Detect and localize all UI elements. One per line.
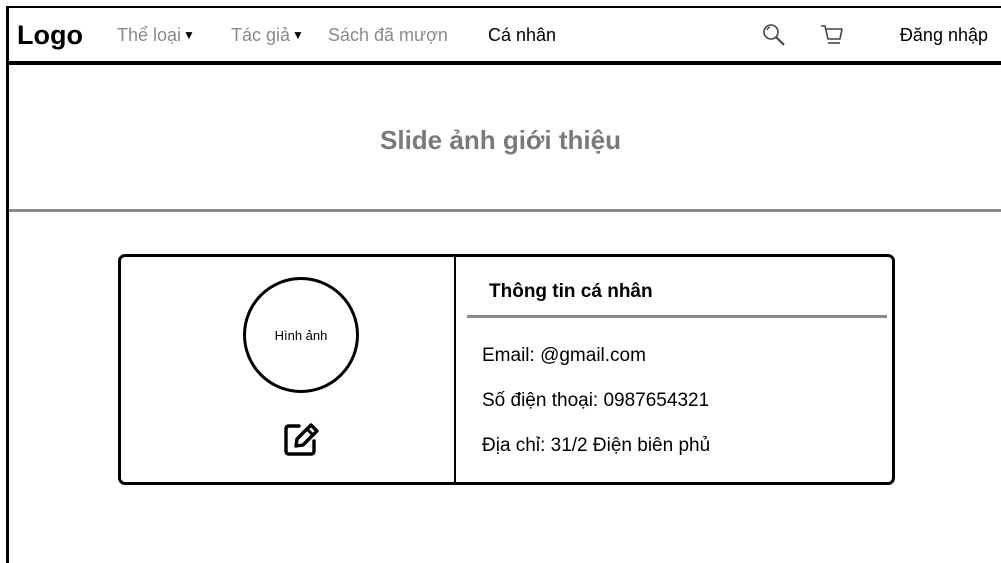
- address-value: Địa chỉ: 31/2 Điện biên phủ: [482, 435, 711, 456]
- logo[interactable]: Logo: [17, 19, 83, 51]
- email-value: Email: @gmail.com: [482, 345, 646, 366]
- phone-value: Số điện thoại: 0987654321: [482, 390, 710, 411]
- caret-down-icon: ▼: [292, 28, 304, 42]
- section-divider: [467, 315, 887, 318]
- nav-item-sach-da-muon[interactable]: Sách đã mượn: [328, 24, 448, 46]
- avatar[interactable]: Hình ảnh: [243, 277, 359, 393]
- edit-icon[interactable]: [282, 420, 322, 458]
- navbar-divider: [9, 61, 1001, 65]
- card-divider: [454, 257, 456, 482]
- section-title: Thông tin cá nhân: [489, 281, 653, 302]
- banner-divider: [9, 209, 1001, 212]
- caret-down-icon: ▼: [183, 28, 195, 42]
- navbar: Logo Thể loại ▼ Tác giả ▼ Sách đã mượn Cá …: [9, 8, 1001, 62]
- search-icon[interactable]: [761, 22, 787, 48]
- nav-item-label: Sách đã mượn: [328, 25, 448, 45]
- banner-title: Slide ảnh giới thiệu: [380, 125, 621, 155]
- avatar-label: Hình ảnh: [274, 328, 328, 343]
- cart-icon[interactable]: [819, 22, 845, 48]
- nav-item-label: Thể loại: [117, 25, 182, 45]
- nav-item-the-loai[interactable]: Thể loại ▼: [117, 24, 195, 46]
- window-frame-left: [6, 6, 9, 563]
- nav-item-label: Cá nhân: [488, 25, 557, 45]
- nav-item-ca-nhan[interactable]: Cá nhân: [488, 24, 556, 46]
- login-button[interactable]: Đăng nhập: [900, 24, 988, 46]
- profile-card: Hình ảnh Thông tin cá nhân Email: @gmail…: [118, 254, 895, 485]
- nav-item-tac-gia[interactable]: Tác giả ▼: [231, 24, 304, 46]
- nav-item-label: Tác giả: [231, 25, 291, 45]
